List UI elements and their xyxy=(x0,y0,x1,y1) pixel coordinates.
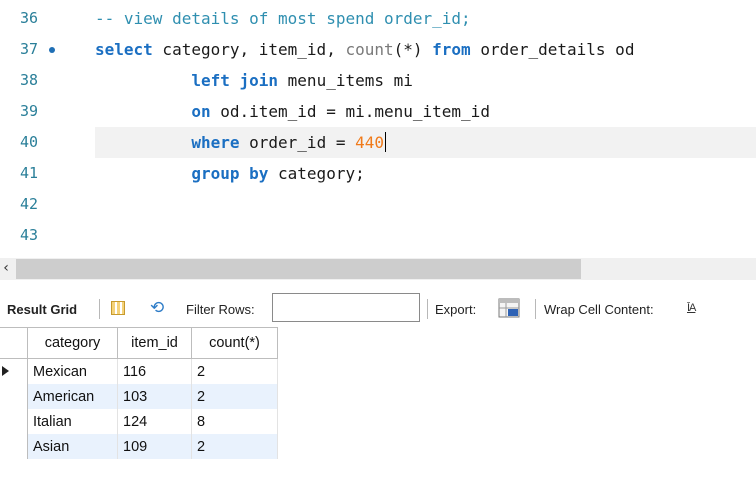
cell-count[interactable]: 8 xyxy=(191,409,278,434)
code-text: group by category; xyxy=(95,158,365,189)
cell-category[interactable]: Italian xyxy=(27,409,118,434)
header-row: category item_id count(*) xyxy=(0,327,278,359)
editor-line: 39 on od.item_id = mi.menu_item_id xyxy=(0,96,756,127)
code-text: select category, item_id, count(*) from … xyxy=(95,34,634,65)
export-label: Export: xyxy=(435,302,477,317)
refresh-icon[interactable]: ⟲ xyxy=(150,298,164,318)
code-text: on od.item_id = mi.menu_item_id xyxy=(95,96,490,127)
function-count: count xyxy=(345,40,394,59)
filter-rows-label: Filter Rows: xyxy=(186,302,255,317)
filter-rows-input[interactable] xyxy=(272,293,420,322)
toolbar-separator xyxy=(427,299,428,319)
count-args: (*) xyxy=(393,40,433,59)
column-header-item-id[interactable]: item_id xyxy=(117,327,192,359)
editor-line: 41 group by category; xyxy=(0,158,756,189)
result-toolbar: Result Grid ⟲ Filter Rows: Export: Wrap … xyxy=(0,290,756,328)
export-icon[interactable] xyxy=(498,298,520,318)
keyword-left-join: left join xyxy=(191,71,279,90)
cell-item-id[interactable]: 124 xyxy=(117,409,192,434)
cell-item-id[interactable]: 116 xyxy=(117,358,192,384)
select-columns: category, item_id, xyxy=(152,40,346,59)
line-number: 42 xyxy=(19,195,38,213)
keyword-from: from xyxy=(432,40,471,59)
cell-count[interactable]: 2 xyxy=(191,434,278,459)
cell-count[interactable]: 2 xyxy=(191,384,278,409)
line-number: 43 xyxy=(19,226,38,244)
table-row[interactable]: Asian 109 2 xyxy=(0,434,278,459)
row-header-corner xyxy=(0,327,28,359)
row-selector[interactable] xyxy=(0,409,28,434)
wrap-cell-icon[interactable]: ĪA xyxy=(687,302,696,314)
line-number: 37 xyxy=(19,40,38,58)
current-row-arrow-icon xyxy=(2,366,9,376)
scroll-left-icon[interactable]: ‹ xyxy=(0,260,12,276)
sql-editor[interactable]: 36 -- view details of most spend order_i… xyxy=(0,0,756,258)
from-table: order_details od xyxy=(470,40,635,59)
table-row[interactable]: Italian 124 8 xyxy=(0,409,278,434)
cell-category[interactable]: Asian xyxy=(27,434,118,459)
keyword-group-by: group by xyxy=(191,164,269,183)
code-text: -- view details of most spend order_id; xyxy=(95,3,471,34)
where-value: 440 xyxy=(355,133,384,152)
text-caret xyxy=(385,132,386,152)
column-header-count[interactable]: count(*) xyxy=(191,327,278,359)
result-grid[interactable]: category item_id count(*) Mexican 116 2 … xyxy=(0,327,278,459)
sql-comment: -- view details of most spend order_id; xyxy=(95,9,471,28)
where-condition: order_id = xyxy=(239,133,356,152)
code-text: where order_id = 440 xyxy=(95,127,386,158)
result-grid-tab[interactable]: Result Grid xyxy=(7,302,77,317)
column-header-category[interactable]: category xyxy=(27,327,118,359)
editor-line: 42 xyxy=(0,189,756,220)
cell-category[interactable]: American xyxy=(27,384,118,409)
line-number: 38 xyxy=(19,71,38,89)
wrap-cell-label: Wrap Cell Content: xyxy=(544,302,654,317)
table-row[interactable]: American 103 2 xyxy=(0,384,278,409)
toolbar-separator xyxy=(99,299,100,319)
editor-line: 36 -- view details of most spend order_i… xyxy=(0,3,756,34)
on-condition: od.item_id = mi.menu_item_id xyxy=(210,102,490,121)
editor-line: 38 left join menu_items mi xyxy=(0,65,756,96)
horizontal-scrollbar[interactable]: ‹ xyxy=(0,258,756,280)
line-number: 40 xyxy=(19,133,38,151)
cell-count[interactable]: 2 xyxy=(191,358,278,384)
grid-view-icon[interactable] xyxy=(111,301,125,315)
join-table: menu_items mi xyxy=(278,71,413,90)
line-number: 41 xyxy=(19,164,38,182)
cell-item-id[interactable]: 103 xyxy=(117,384,192,409)
editor-line: 43 xyxy=(0,220,756,251)
row-selector[interactable] xyxy=(0,384,28,409)
line-number: 39 xyxy=(19,102,38,120)
keyword-where: where xyxy=(191,133,240,152)
toolbar-separator xyxy=(535,299,536,319)
keyword-select: select xyxy=(95,40,153,59)
editor-line: 37 select category, item_id, count(*) fr… xyxy=(0,34,756,65)
group-column: category; xyxy=(268,164,365,183)
table-row[interactable]: Mexican 116 2 xyxy=(0,358,278,384)
row-selector[interactable] xyxy=(0,358,28,384)
scrollbar-thumb[interactable] xyxy=(16,259,581,279)
row-selector[interactable] xyxy=(0,434,28,459)
editor-line-active: 40 where order_id = 440 xyxy=(0,127,756,158)
code-text: left join menu_items mi xyxy=(95,65,413,96)
line-number: 36 xyxy=(19,9,38,27)
result-table: category item_id count(*) Mexican 116 2 … xyxy=(0,327,278,459)
keyword-on: on xyxy=(191,102,211,121)
cell-item-id[interactable]: 109 xyxy=(117,434,192,459)
statement-marker-icon[interactable] xyxy=(49,47,55,53)
cell-category[interactable]: Mexican xyxy=(27,358,118,384)
